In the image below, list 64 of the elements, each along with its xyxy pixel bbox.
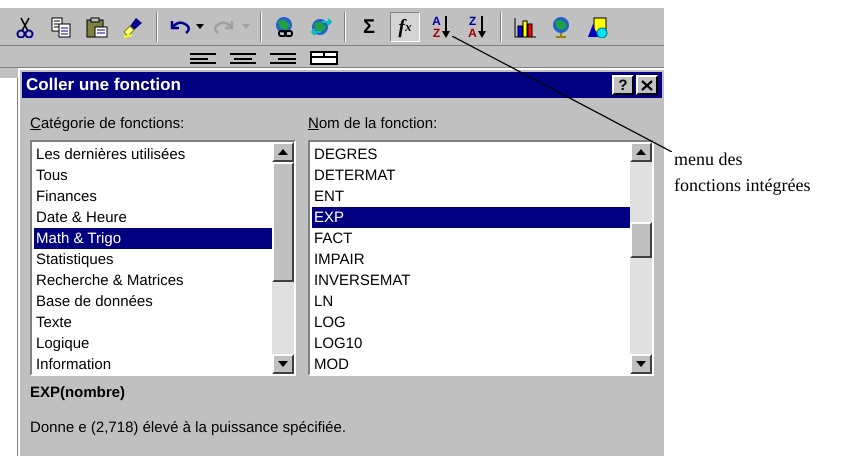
scroll-down-button[interactable]: [630, 354, 652, 374]
globe-chain-icon: [274, 16, 296, 38]
function-item[interactable]: DEGRES: [312, 144, 630, 165]
function-item[interactable]: LN: [312, 291, 630, 312]
caret-icon: [242, 24, 250, 29]
function-item[interactable]: FACT: [312, 228, 630, 249]
up-arrow-icon: [278, 149, 288, 155]
annotation-text: fonctions intégrées: [674, 174, 810, 197]
brush-icon: [122, 16, 144, 38]
function-item[interactable]: LOG10: [312, 333, 630, 354]
function-syntax: EXP(nombre): [30, 383, 126, 403]
align-right-icon[interactable]: [270, 52, 296, 64]
function-item[interactable]: IMPAIR: [312, 249, 630, 270]
window-title: Coller une fonction: [26, 74, 182, 96]
down-arrow-icon: [442, 16, 450, 38]
scroll-up-button[interactable]: [272, 142, 294, 162]
scroll-thumb[interactable]: [272, 162, 294, 282]
category-item[interactable]: Recherche & Matrices: [34, 270, 272, 291]
annotation-text: menu des: [674, 148, 744, 171]
category-item[interactable]: Les dernières utilisées: [34, 144, 272, 165]
category-list[interactable]: Les dernières utilisées Tous Finances Date & Heure Math & Trigo Statistiques Recherche & Matrices Base de données Texte Logique Information: [30, 140, 296, 376]
globe-arrows-icon: [310, 16, 332, 38]
category-item[interactable]: Finances: [34, 186, 272, 207]
shapes-icon: [586, 16, 608, 38]
globe-icon: [550, 16, 572, 38]
category-item[interactable]: Information: [34, 354, 272, 375]
function-item[interactable]: EXP: [312, 207, 630, 228]
category-item[interactable]: Date & Heure: [34, 207, 272, 228]
bar-chart-icon: [514, 16, 536, 38]
copy-icon: [50, 16, 72, 38]
down-arrow-icon: [478, 16, 486, 38]
function-description: Donne e (2,718) élevé à la puissance spécifiée.: [30, 418, 348, 438]
category-item[interactable]: Math & Trigo: [34, 228, 272, 249]
sort-button[interactable]: Z A: [462, 12, 492, 42]
align-left-icon[interactable]: [190, 52, 216, 64]
category-item[interactable]: Logique: [34, 333, 272, 354]
category-item[interactable]: Statistiques: [34, 249, 272, 270]
sort-button[interactable]: A Z: [426, 12, 456, 42]
scroll-thumb[interactable]: [630, 222, 652, 258]
scroll-up-button[interactable]: [630, 142, 652, 162]
align-center-icon[interactable]: [230, 52, 256, 64]
category-item[interactable]: Base de données: [34, 291, 272, 312]
category-item[interactable]: Tous: [34, 165, 272, 186]
function-item[interactable]: ENT: [312, 186, 630, 207]
function-item[interactable]: INVERSEMAT: [312, 270, 630, 291]
caret-icon: [196, 24, 204, 29]
function-list[interactable]: DEGRES DETERMAT ENT EXP FACT IMPAIR INVERSEMAT LN LOG LOG10 MOD: [308, 140, 654, 376]
scissors-icon: [14, 16, 36, 38]
category-label: Catégorie de fonctions:: [30, 114, 186, 134]
sum-button[interactable]: Σ: [354, 12, 384, 42]
down-arrow-icon: [278, 361, 288, 367]
help-button[interactable]: ?: [612, 75, 634, 95]
function-item[interactable]: MOD: [312, 354, 630, 375]
close-button[interactable]: [636, 75, 658, 95]
close-icon: [641, 80, 653, 90]
function-label: Nom de la fonction:: [308, 114, 438, 134]
function-item[interactable]: LOG: [312, 312, 630, 333]
function-item[interactable]: DETERMAT: [312, 165, 630, 186]
up-arrow-icon: [636, 149, 646, 155]
scroll-down-button[interactable]: [272, 354, 294, 374]
clipboard-icon: [86, 16, 108, 38]
category-item[interactable]: Texte: [34, 312, 272, 333]
merge-cells-icon[interactable]: [310, 50, 338, 64]
down-arrow-icon: [636, 361, 646, 367]
